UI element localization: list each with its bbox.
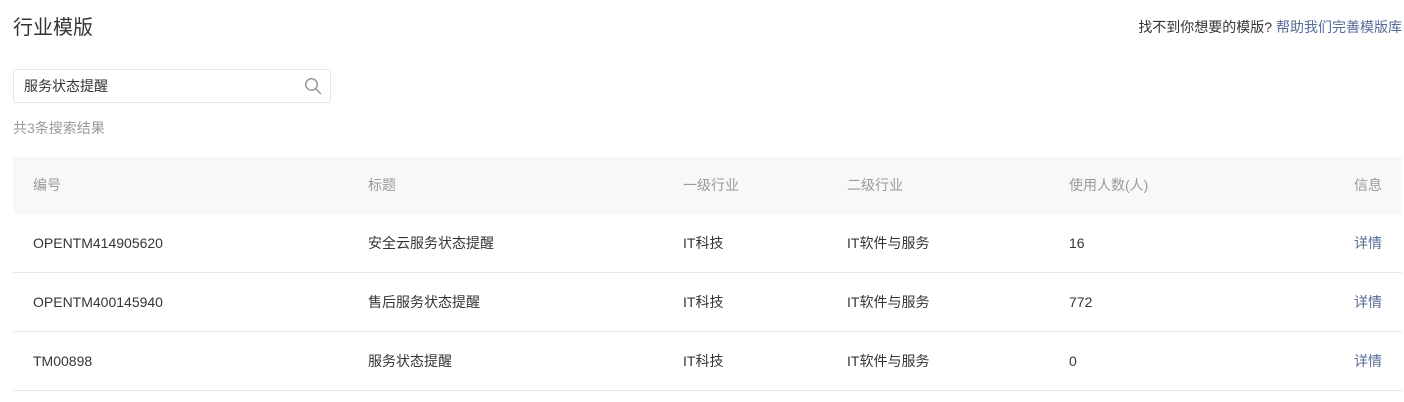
industry-secondary: IT软件与服务: [847, 235, 930, 251]
user-count: 772: [1069, 294, 1093, 310]
detail-link[interactable]: 详情: [1354, 332, 1382, 390]
page-title: 行业模版: [13, 17, 93, 39]
column-header-industry2: 二级行业: [847, 177, 903, 193]
search-icon[interactable]: [304, 77, 322, 95]
industry-secondary: IT软件与服务: [847, 353, 930, 369]
table-row: TM00898 服务状态提醒 IT科技 IT软件与服务 0 详情: [13, 332, 1402, 391]
industry-secondary: IT软件与服务: [847, 294, 930, 310]
column-header-info: 信息: [1354, 177, 1382, 193]
template-id: OPENTM400145940: [33, 294, 163, 310]
column-header-industry1: 一级行业: [683, 177, 739, 193]
table-row: OPENTM414905620 安全云服务状态提醒 IT科技 IT软件与服务 1…: [13, 214, 1402, 273]
detail-link[interactable]: 详情: [1354, 273, 1382, 331]
help-text: 找不到你想要的模版?: [1138, 19, 1273, 35]
column-header-title: 标题: [368, 177, 396, 193]
detail-link[interactable]: 详情: [1354, 214, 1382, 272]
help-message: 找不到你想要的模版? 帮助我们完善模版库: [1138, 17, 1402, 37]
table-row: OPENTM400145940 售后服务状态提醒 IT科技 IT软件与服务 77…: [13, 273, 1402, 332]
user-count: 16: [1069, 235, 1085, 251]
template-title: 安全云服务状态提醒: [368, 235, 494, 251]
template-title: 服务状态提醒: [368, 353, 452, 369]
template-id: TM00898: [33, 353, 93, 369]
column-header-id: 编号: [33, 177, 61, 193]
improve-template-library-link[interactable]: 帮助我们完善模版库: [1276, 19, 1402, 35]
industry-primary: IT科技: [683, 235, 724, 251]
search-input[interactable]: [14, 70, 294, 102]
template-id: OPENTM414905620: [33, 235, 163, 251]
search-box: [13, 69, 331, 103]
template-title: 售后服务状态提醒: [368, 294, 480, 310]
user-count: 0: [1069, 353, 1077, 369]
template-table: 编号 标题 一级行业 二级行业 使用人数(人) 信息 OPENTM4149056…: [13, 157, 1402, 391]
result-count: 共3条搜索结果: [13, 120, 105, 136]
column-header-users: 使用人数(人): [1069, 177, 1149, 193]
industry-primary: IT科技: [683, 294, 724, 310]
table-header: 编号 标题 一级行业 二级行业 使用人数(人) 信息: [13, 157, 1402, 214]
industry-primary: IT科技: [683, 353, 724, 369]
